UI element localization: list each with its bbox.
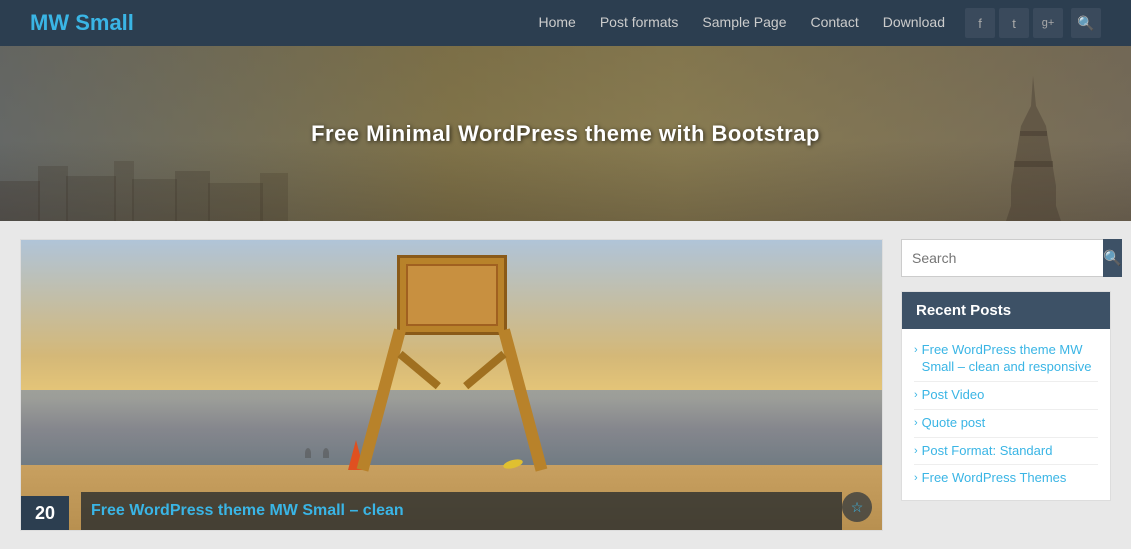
city-silhouette [0,161,1131,221]
recent-posts-widget: Recent Posts › Free WordPress theme MW S… [901,291,1111,501]
social-icons: f t g+ 🔍 [965,8,1101,38]
recent-posts-title: Recent Posts [902,292,1110,329]
search-box: 🔍 [901,239,1111,277]
site-title[interactable]: MW Small [30,10,134,36]
googleplus-icon[interactable]: g+ [1033,8,1063,38]
recent-post-link[interactable]: Post Video [922,387,985,404]
tower-brace-right [463,351,506,389]
chevron-icon: › [914,417,918,429]
chevron-icon: › [914,472,918,484]
main-content: 20 Free WordPress theme MW Small – clean… [20,239,883,531]
bookmark-icon[interactable]: ☆ [842,492,872,522]
post-date-badge: 20 [21,496,69,530]
featured-post-card: 20 Free WordPress theme MW Small – clean… [20,239,883,531]
recent-post-link[interactable]: Post Format: Standard [922,443,1053,460]
post-title-link[interactable]: Free WordPress theme MW Small – clean [91,502,404,519]
recent-post-item: › Post Video [914,382,1098,410]
lifeguard-tower [382,255,522,475]
site-header: MW Small Home Post formats Sample Page C… [0,0,1131,46]
nav-item-post-formats[interactable]: Post formats [600,14,679,32]
sidebar: 🔍 Recent Posts › Free WordPress theme MW… [901,239,1111,531]
tower-brace-left [397,351,440,389]
recent-post-item: › Post Format: Standard [914,438,1098,466]
recent-post-link[interactable]: Quote post [922,415,986,432]
recent-post-item: › Free WordPress Themes [914,465,1098,492]
post-title-overlay: Free WordPress theme MW Small – clean [81,492,842,530]
chevron-icon: › [914,389,918,401]
chevron-icon: › [914,445,918,457]
recent-post-item: › Free WordPress theme MW Small – clean … [914,337,1098,382]
recent-post-link[interactable]: Free WordPress theme MW Small – clean an… [922,342,1098,376]
nav-item-home[interactable]: Home [538,14,575,32]
hero-banner: Free Minimal WordPress theme with Bootst… [0,46,1131,221]
post-image: 20 Free WordPress theme MW Small – clean… [21,240,882,530]
people-in-water [305,448,329,458]
main-nav: Home Post formats Sample Page Contact Do… [538,8,1101,38]
nav-item-download[interactable]: Download [883,14,945,32]
twitter-icon[interactable]: t [999,8,1029,38]
chevron-icon: › [914,344,918,356]
tower-legs [382,330,522,475]
nav-item-sample-page[interactable]: Sample Page [702,14,786,32]
tower-platform [397,255,507,335]
recent-post-link[interactable]: Free WordPress Themes [922,470,1067,487]
recent-posts-list: › Free WordPress theme MW Small – clean … [902,329,1110,500]
hero-text: Free Minimal WordPress theme with Bootst… [311,121,820,147]
facebook-icon[interactable]: f [965,8,995,38]
search-input[interactable] [902,240,1103,276]
nav-menu: Home Post formats Sample Page Contact Do… [538,14,945,32]
recent-post-item: › Quote post [914,410,1098,438]
nav-item-contact[interactable]: Contact [810,14,858,32]
header-search-icon[interactable]: 🔍 [1071,8,1101,38]
search-button[interactable]: 🔍 [1103,239,1122,277]
